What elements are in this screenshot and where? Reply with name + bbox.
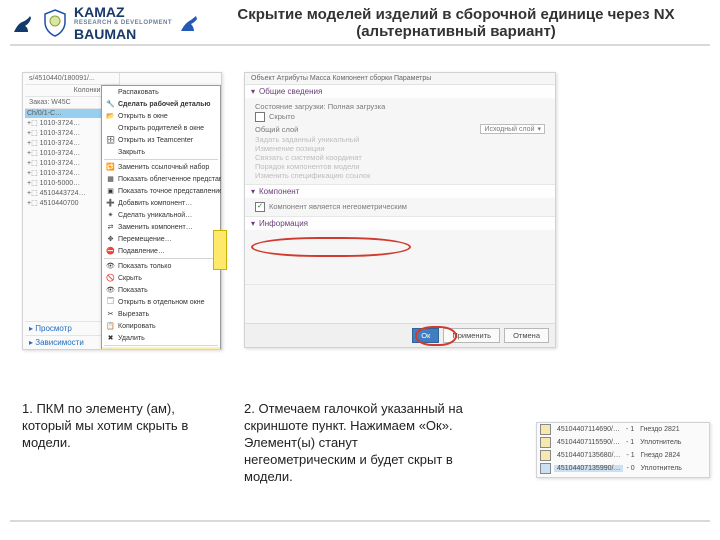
move-icon: ✥ <box>106 235 115 244</box>
open-icon: 📂 <box>106 112 115 121</box>
separator <box>104 345 218 346</box>
separator <box>104 159 218 160</box>
cube-light-icon: ▦ <box>106 175 115 184</box>
swap-icon: ⇄ <box>106 223 115 232</box>
disabled-option: Изменение позиции <box>255 144 545 153</box>
ctx-item[interactable]: ▦Показать облегченное представление <box>102 173 220 185</box>
ctx-item[interactable]: ⇄Заменить компонент… <box>102 221 220 233</box>
ctx-item[interactable]: ✴Сделать уникальной… <box>102 209 220 221</box>
disabled-option: Связать с системой координат <box>255 153 545 162</box>
ctx-item[interactable]: 🔧Сделать рабочей деталью <box>102 98 220 110</box>
chevron-down-icon: ▾ <box>537 125 541 133</box>
ctx-item-properties[interactable]: 📝Свойства <box>102 347 220 350</box>
layer-dropdown[interactable]: Исходный слой▾ <box>480 124 545 134</box>
ctx-item[interactable]: 🔁Заменить ссылочный набор <box>102 161 220 173</box>
slide-title: Скрытие моделей изделий в сборочной един… <box>202 6 710 40</box>
suppress-icon: ⛔ <box>106 247 115 256</box>
cube-icon: ▣ <box>106 187 115 196</box>
copy-icon: 📋 <box>106 322 115 331</box>
kamaz-horse-icon <box>10 10 36 36</box>
dialog-buttons: Ок Применить Отмена <box>245 323 555 347</box>
ctx-item[interactable]: ✖Удалить <box>102 332 220 344</box>
ctx-item[interactable]: Открыть родителей в окне <box>102 122 220 134</box>
cancel-button[interactable]: Отмена <box>504 328 549 343</box>
screenshot-tree-context: s/4510440/180091/... Колонки : Св Заказ:… <box>22 72 222 350</box>
window-icon: 🗔 <box>106 298 115 307</box>
ctx-item[interactable]: 👁Показать только <box>102 260 220 272</box>
ctx-item[interactable]: 📋Копировать <box>102 320 220 332</box>
red-oval-ok <box>415 326 457 346</box>
layer-label: Общий слой <box>255 125 298 134</box>
teamcenter-icon: 🗄 <box>106 136 115 145</box>
visible-only-icon: 👁 <box>106 262 115 271</box>
footer-divider <box>10 520 710 522</box>
part-swatch-icon <box>540 450 551 461</box>
context-menu: Распаковать 🔧Сделать рабочей деталью 📂От… <box>101 85 221 350</box>
section-general[interactable]: ▾Общие сведения <box>245 85 555 98</box>
show-icon: 👁 <box>106 286 115 295</box>
delete-icon: ✖ <box>106 334 115 343</box>
tree-path: s/4510440/180091/... <box>25 73 119 85</box>
ctx-item[interactable]: ⛔Подавление… <box>102 245 220 257</box>
unique-icon: ✴ <box>106 211 115 220</box>
mini-row: 45104407115590/…- 1Уплотнитель <box>537 436 709 449</box>
ctx-item[interactable]: Распаковать <box>102 86 220 98</box>
mini-row: 45104407114690/…- 1Гнездо 2821 <box>537 423 709 436</box>
mini-row-selected: 45104407135990/…- 0Уплотнитель <box>537 462 709 475</box>
section-info[interactable]: ▾Информация <box>245 217 555 230</box>
screenshot-properties-dialog: Объект Атрибуты Масса Компонент сборки П… <box>244 72 556 348</box>
chevron-down-icon: ▾ <box>251 219 255 228</box>
blue-horse-icon <box>178 11 202 35</box>
nongeometric-checkbox[interactable] <box>255 202 265 212</box>
ctx-item[interactable]: ✂Вырезать <box>102 308 220 320</box>
chevron-down-icon: ▾ <box>251 87 255 96</box>
hidden-checkbox[interactable] <box>255 112 265 122</box>
logo-cluster: KAMAZ RESEARCH & DEVELOPMENT BAUMAN <box>10 7 202 40</box>
section-component[interactable]: ▾Компонент <box>245 185 555 198</box>
ctx-item[interactable]: ✥Перемещение… <box>102 233 220 245</box>
ctx-item[interactable]: 🚫Скрыть <box>102 272 220 284</box>
ctx-item[interactable]: 🗄Открыть из Teamcenter <box>102 134 220 146</box>
part-swatch-icon <box>540 424 551 435</box>
red-oval-checkbox <box>251 237 411 257</box>
kamaz-wordmark: KAMAZ RESEARCH & DEVELOPMENT BAUMAN <box>74 7 172 40</box>
separator <box>104 258 218 259</box>
yellow-highlight <box>213 230 227 270</box>
disabled-option: Порядок компонентов модели <box>255 162 545 171</box>
dialog-tabs: Объект Атрибуты Масса Компонент сборки П… <box>245 73 555 85</box>
ctx-item[interactable]: Закрыть <box>102 146 220 158</box>
properties-icon: 📝 <box>106 349 115 351</box>
cut-icon: ✂ <box>106 310 115 319</box>
disabled-option: Задать заданный уникальный <box>255 135 545 144</box>
slide-header: KAMAZ RESEARCH & DEVELOPMENT BAUMAN Скры… <box>0 0 720 40</box>
divider <box>10 44 710 46</box>
wrench-icon: 🔧 <box>106 100 115 109</box>
ctx-item[interactable]: ▣Показать точное представление <box>102 185 220 197</box>
ctx-item[interactable]: ➕Добавить компонент… <box>102 197 220 209</box>
part-swatch-icon <box>540 463 551 474</box>
mini-row: 45104407135680/…- 1Гнездо 2824 <box>537 449 709 462</box>
load-state: Состояние загрузки: Полная загрузка <box>255 102 545 111</box>
disabled-option: Изменить спецификацию ссылок <box>255 171 545 180</box>
chevron-down-icon: ▾ <box>251 187 255 196</box>
screenshot-result-list: 45104407114690/…- 1Гнездо 2821 451044071… <box>536 422 710 478</box>
ctx-item[interactable]: 👁Показать <box>102 284 220 296</box>
nongeometric-label: Компонент является негеометрическим <box>269 202 407 211</box>
ctx-item[interactable]: 🗔Открыть в отдельном окне <box>102 296 220 308</box>
ctx-item[interactable]: 📂Открыть в окне <box>102 110 220 122</box>
add-icon: ➕ <box>106 199 115 208</box>
caption-step-1: 1. ПКМ по элементу (ам), который мы хоти… <box>22 400 212 451</box>
caption-step-2: 2. Отмечаем галочкой указанный на скринш… <box>244 400 469 485</box>
replace-icon: 🔁 <box>106 163 115 172</box>
part-swatch-icon <box>540 437 551 448</box>
hide-icon: 🚫 <box>106 274 115 283</box>
bauman-crest-icon <box>42 9 68 37</box>
